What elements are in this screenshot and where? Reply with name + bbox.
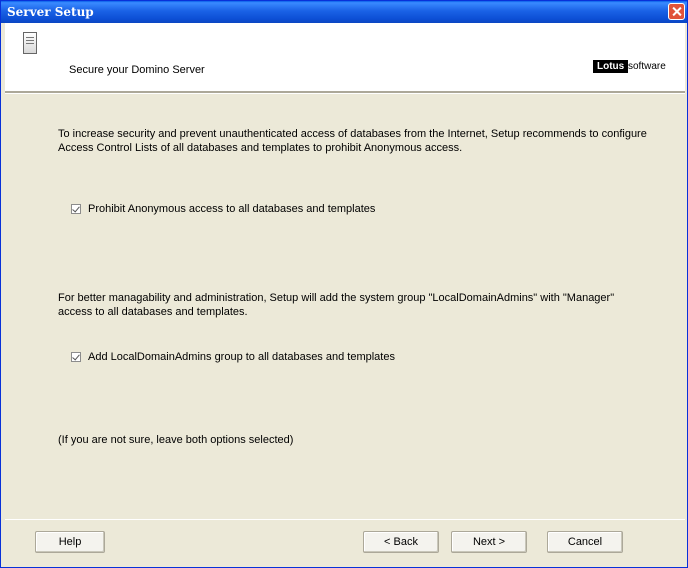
header-divider-highlight — [5, 93, 685, 94]
title-bar[interactable]: Server Setup — [1, 1, 687, 23]
server-document-icon — [23, 32, 37, 54]
footer-divider — [5, 519, 685, 520]
cancel-button[interactable]: Cancel — [547, 531, 623, 553]
prohibit-anonymous-label[interactable]: Prohibit Anonymous access to all databas… — [88, 203, 375, 215]
prohibit-anonymous-checkbox[interactable] — [71, 204, 81, 214]
add-admins-checkbox[interactable] — [71, 352, 81, 362]
server-setup-window: Server Setup Secure your Domino Server L… — [0, 0, 688, 568]
note-text: (If you are not sure, leave both options… — [58, 434, 294, 446]
page-title: Secure your Domino Server — [69, 64, 205, 76]
close-icon[interactable] — [668, 3, 685, 20]
intro-text: To increase security and prevent unauthe… — [58, 128, 647, 154]
software-logo-text: software — [628, 61, 666, 72]
window-title: Server Setup — [7, 5, 94, 19]
manage-text: For better managability and administrati… — [58, 292, 615, 318]
add-admins-label[interactable]: Add LocalDomainAdmins group to all datab… — [88, 351, 395, 363]
wizard-header — [5, 23, 685, 91]
next-button[interactable]: Next > — [451, 531, 527, 553]
help-button[interactable]: Help — [35, 531, 105, 553]
lotus-logo: Lotus — [593, 60, 629, 73]
back-button[interactable]: < Back — [363, 531, 439, 553]
